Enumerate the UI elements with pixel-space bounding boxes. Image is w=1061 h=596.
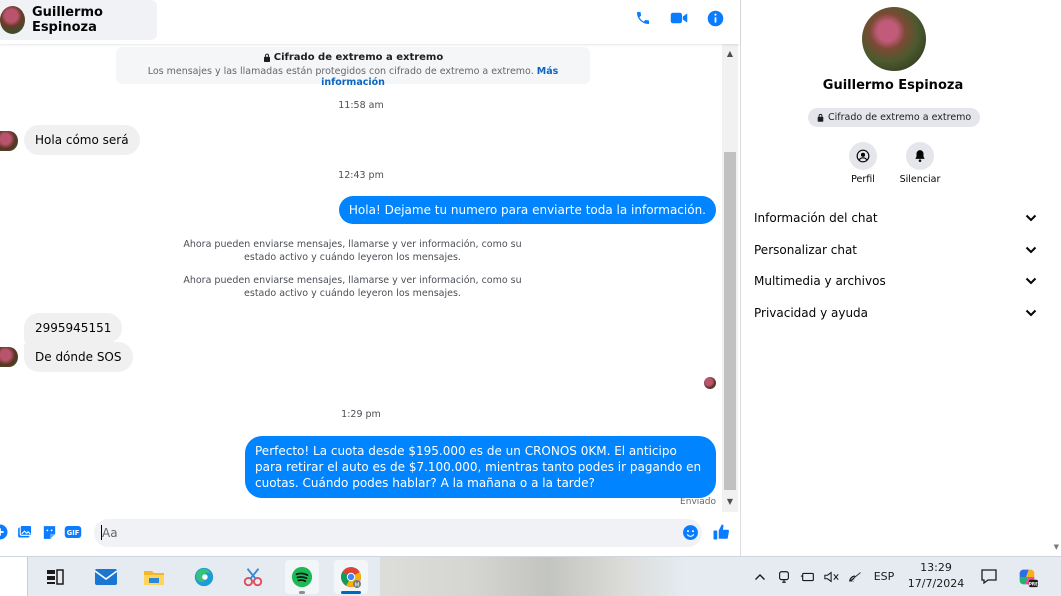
profile-button-label: Perfil	[851, 174, 875, 185]
clock-time: 13:29	[920, 561, 952, 574]
panel-scroll-down-icon[interactable]: ▼	[1054, 543, 1059, 551]
contact-header-button[interactable]: Guillermo Espinoza	[0, 0, 157, 40]
notification-icon[interactable]	[978, 566, 1000, 588]
snipping-tool-icon[interactable]	[236, 560, 270, 594]
incoming-message[interactable]: Hola cómo será	[24, 125, 140, 155]
section-chat-info[interactable]: Información del chat	[754, 207, 1037, 229]
message-scrollbar[interactable]: ▲ ▼	[722, 44, 738, 512]
svg-text:GIF: GIF	[67, 529, 80, 537]
mute-button-label: Silenciar	[899, 174, 941, 185]
profile-icon	[856, 149, 870, 163]
chevron-down-icon	[1025, 309, 1037, 317]
messenger-window: Guillermo Espinoza Cifrado de extremo a …	[0, 0, 1061, 596]
info-icon[interactable]	[706, 9, 724, 27]
active-indicator	[341, 591, 361, 594]
emoji-icon[interactable]	[681, 523, 699, 541]
message-timestamp: 11:58 am	[338, 100, 384, 111]
windows-taskbar: M ESP 13:29 17/7/2024 PRE	[0, 556, 1061, 596]
conversation-info-panel: Guillermo Espinoza Cifrado de extremo a …	[740, 0, 1061, 556]
profile-name: Guillermo Espinoza	[822, 78, 964, 93]
taskbar-clock[interactable]: 13:29 17/7/2024	[905, 560, 967, 592]
scroll-up-arrow-icon[interactable]: ▲	[722, 46, 738, 60]
phone-call-icon[interactable]	[634, 9, 652, 27]
sticker-icon[interactable]	[40, 523, 58, 541]
composer: GIF	[0, 512, 740, 556]
message-input[interactable]	[94, 519, 702, 547]
wifi-icon[interactable]	[845, 566, 867, 588]
message-list[interactable]: Cifrado de extremo a extremo Los mensaje…	[0, 44, 722, 512]
mute-button[interactable]: Silenciar	[895, 142, 945, 185]
incoming-message[interactable]: De dónde SOS	[24, 342, 133, 372]
encryption-badge-label: Cifrado de extremo a extremo	[828, 112, 972, 123]
outgoing-message[interactable]: Hola! Dejame tu numero para enviarte tod…	[338, 196, 716, 224]
battery-icon[interactable]	[797, 566, 819, 588]
delivery-status: Enviado	[680, 497, 716, 507]
chevron-down-icon	[1025, 246, 1037, 254]
taskbar-search-box[interactable]	[0, 557, 28, 596]
meet-now-icon[interactable]	[773, 566, 795, 588]
task-view-icon[interactable]	[38, 560, 72, 594]
section-label: Información del chat	[754, 211, 878, 225]
chevron-down-icon	[1025, 277, 1037, 285]
chat-header: Guillermo Espinoza	[0, 0, 740, 44]
section-label: Privacidad y ayuda	[754, 306, 869, 320]
text-caret	[101, 525, 102, 540]
encryption-text: Los mensajes y las llamadas están proteg…	[147, 66, 534, 77]
edge-browser-icon[interactable]	[187, 560, 221, 594]
encryption-title: Cifrado de extremo a extremo	[273, 52, 444, 63]
lock-icon	[817, 113, 824, 122]
file-explorer-icon[interactable]	[137, 560, 171, 594]
encryption-banner: Cifrado de extremo a extremo Los mensaje…	[116, 47, 590, 88]
speaker-muted-icon[interactable]	[821, 566, 843, 588]
section-label: Personalizar chat	[754, 243, 858, 257]
profile-avatar[interactable]	[862, 7, 926, 71]
language-indicator[interactable]: ESP	[869, 566, 899, 588]
profile-button[interactable]: Perfil	[838, 142, 888, 185]
language-label: ESP	[873, 570, 895, 583]
clock-date: 17/7/2024	[907, 577, 965, 590]
contact-name: Guillermo Espinoza	[31, 5, 103, 35]
copilot-area: PRE	[1016, 557, 1038, 596]
photo-attach-icon[interactable]	[15, 523, 33, 541]
section-customize-chat[interactable]: Personalizar chat	[754, 239, 1037, 261]
spotify-icon[interactable]	[285, 560, 319, 594]
mail-app-icon[interactable]	[89, 560, 123, 594]
gif-icon[interactable]: GIF	[64, 523, 82, 541]
message-timestamp: 12:43 pm	[338, 170, 384, 181]
chevron-up-icon[interactable]	[749, 566, 771, 588]
running-indicator	[299, 591, 305, 594]
taskbar-wallpaper-strip	[380, 557, 685, 596]
notification-area	[978, 557, 1000, 596]
svg-text:M: M	[355, 582, 360, 588]
chevron-down-icon	[1025, 214, 1037, 222]
scroll-down-arrow-icon[interactable]: ▼	[722, 494, 738, 508]
video-call-icon[interactable]	[670, 9, 688, 27]
copilot-icon[interactable]: PRE	[1016, 566, 1038, 588]
system-notice: Ahora pueden enviarse mensajes, llamarse…	[183, 239, 522, 263]
sender-avatar[interactable]	[0, 347, 18, 367]
section-privacy-help[interactable]: Privacidad y ayuda	[754, 302, 1037, 324]
system-tray: ESP	[749, 557, 899, 596]
message-timestamp: 1:29 pm	[341, 409, 381, 420]
lock-icon	[263, 53, 270, 62]
system-notice: Ahora pueden enviarse mensajes, llamarse…	[183, 275, 522, 299]
incoming-message[interactable]: 2995945151	[24, 313, 123, 343]
contact-avatar[interactable]	[0, 6, 25, 34]
encryption-badge: Cifrado de extremo a extremo	[808, 108, 981, 127]
seen-indicator-avatar	[704, 377, 716, 389]
sender-avatar[interactable]	[0, 131, 18, 151]
section-label: Multimedia y archivos	[754, 274, 886, 288]
svg-text:PRE: PRE	[1029, 581, 1038, 586]
bell-icon	[915, 150, 925, 162]
chrome-browser-icon[interactable]: M	[334, 560, 368, 594]
more-actions-icon[interactable]	[0, 523, 9, 541]
outgoing-message[interactable]: Perfecto! La cuota desde $195.000 es de …	[245, 436, 716, 498]
thumbs-up-icon[interactable]	[712, 523, 730, 541]
scroll-thumb[interactable]	[724, 152, 736, 490]
section-media-files[interactable]: Multimedia y archivos	[754, 270, 1037, 292]
